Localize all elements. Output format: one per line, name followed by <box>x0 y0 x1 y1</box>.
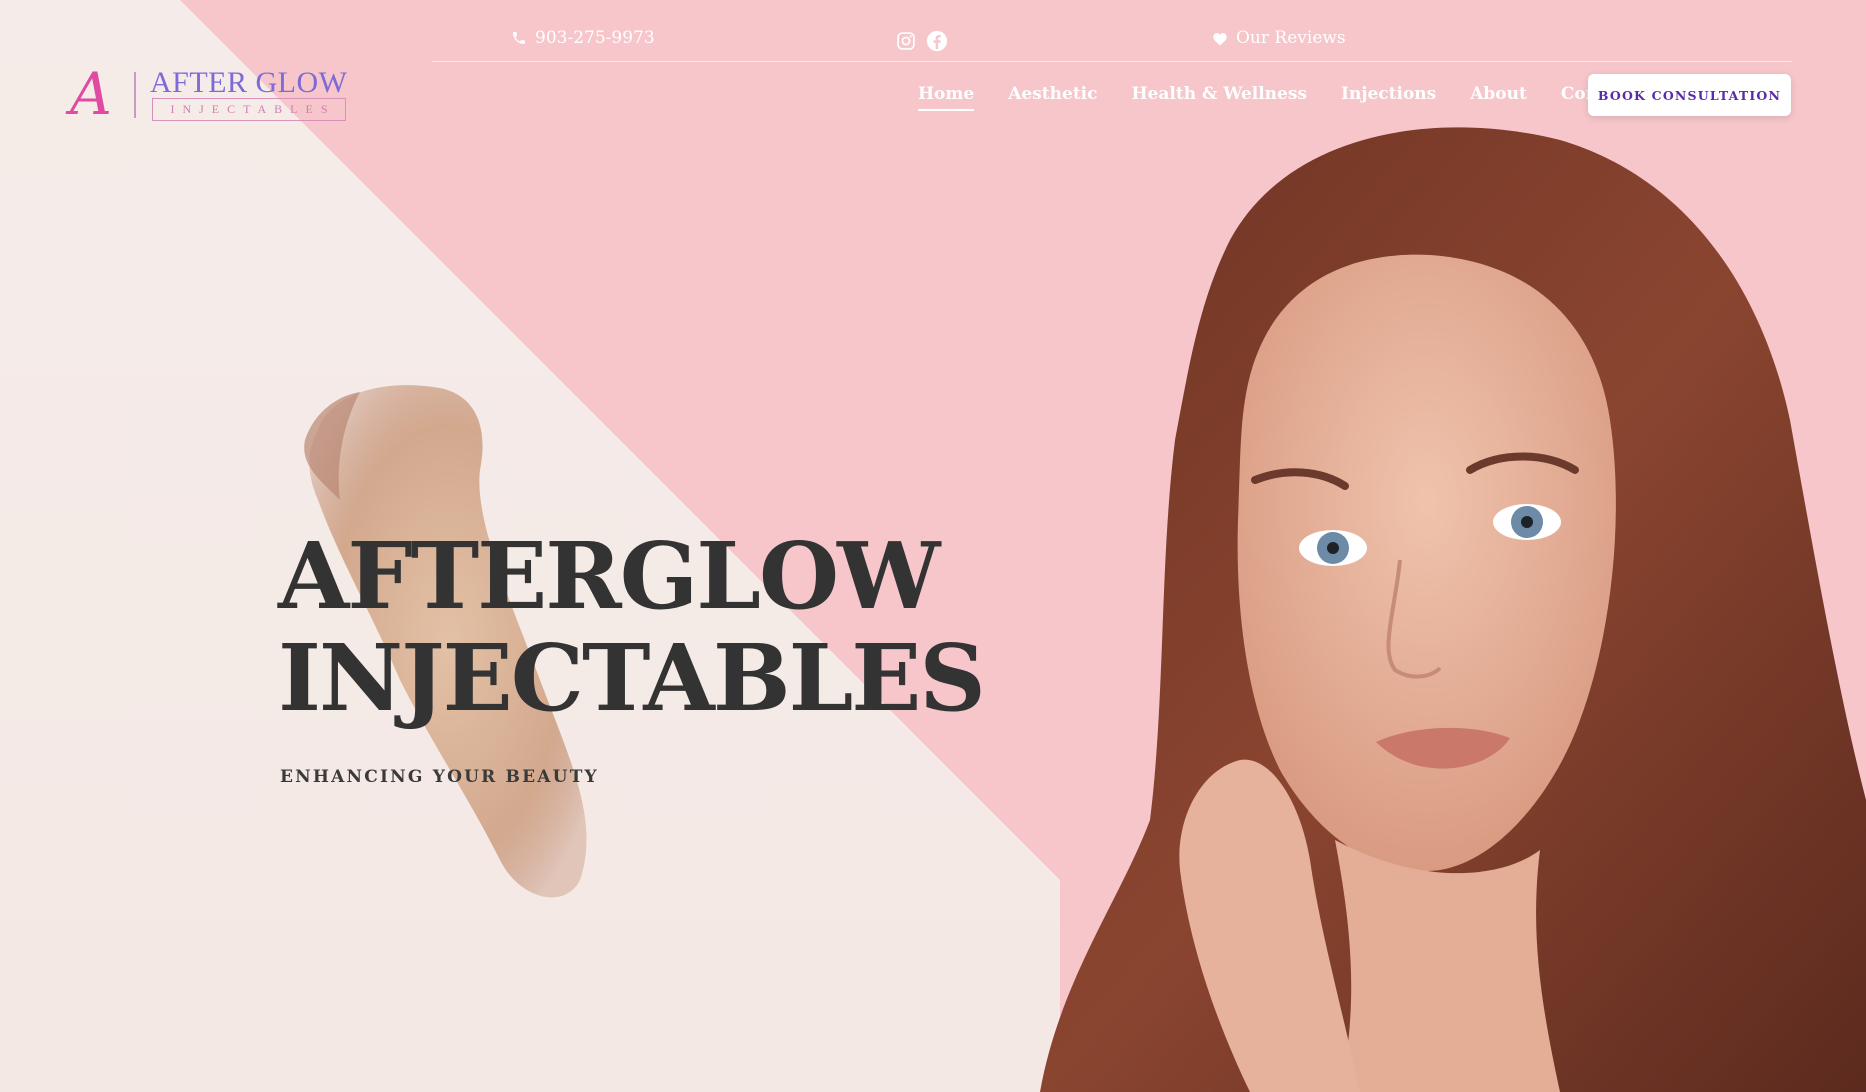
reviews-link[interactable]: Our Reviews <box>1212 28 1346 48</box>
phone-link[interactable]: 903-275-9973 <box>511 28 655 48</box>
hero-headline-line-2: INJECTABLES <box>278 624 986 732</box>
reviews-label: Our Reviews <box>1236 28 1346 48</box>
hero-section: 903-275-9973 Our Reviews A AFTER GLOW IN… <box>0 0 1866 1092</box>
hero-headline-line-1: AFTERGLOW <box>278 522 940 630</box>
logo-separator <box>134 72 136 118</box>
logo[interactable]: A AFTER GLOW INJECTABLES <box>70 60 350 128</box>
nav-about[interactable]: About <box>1470 84 1527 104</box>
logo-title: AFTER GLOW <box>150 66 348 99</box>
phone-number: 903-275-9973 <box>535 28 655 48</box>
social-links <box>896 30 948 52</box>
heart-icon <box>1213 32 1227 45</box>
logo-script-letter: A <box>70 60 112 128</box>
instagram-icon[interactable] <box>896 31 916 51</box>
book-consultation-button[interactable]: BOOK CONSULTATION <box>1588 74 1791 116</box>
main-nav: Home Aesthetic Health & Wellness Injecti… <box>918 84 1635 111</box>
nav-injections[interactable]: Injections <box>1341 84 1436 104</box>
nav-health-wellness[interactable]: Health & Wellness <box>1132 84 1308 104</box>
nav-home[interactable]: Home <box>918 84 975 111</box>
hero-headline: AFTERGLOW INJECTABLES <box>278 522 986 732</box>
phone-icon <box>513 32 525 44</box>
top-bar: 903-275-9973 Our Reviews <box>0 0 1866 62</box>
topbar-divider <box>432 61 1792 62</box>
facebook-icon[interactable] <box>926 30 948 52</box>
logo-subtitle-box: INJECTABLES <box>152 98 346 121</box>
hero-subheadline: ENHANCING YOUR BEAUTY <box>280 767 599 787</box>
logo-subtitle: INJECTABLES <box>170 102 336 116</box>
nav-aesthetic[interactable]: Aesthetic <box>1008 84 1097 104</box>
